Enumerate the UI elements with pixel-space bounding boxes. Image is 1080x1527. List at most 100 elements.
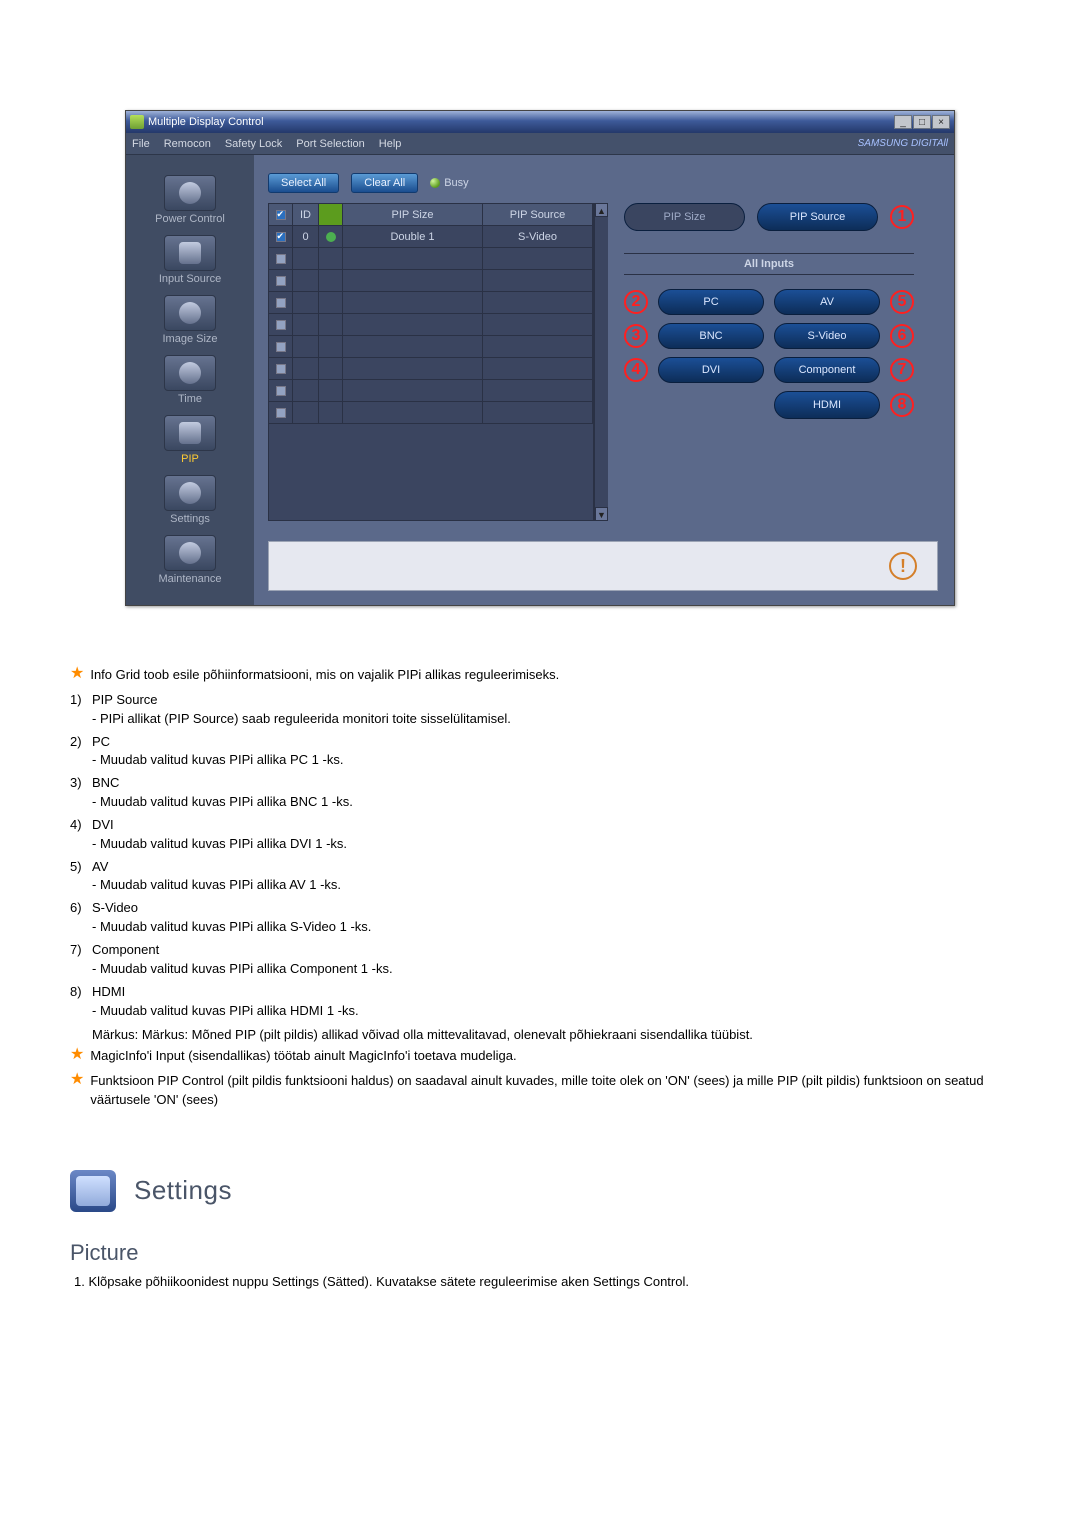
row-status	[319, 336, 343, 358]
input-source-icon	[164, 235, 216, 271]
row-pip-size	[343, 336, 483, 358]
row-pip-source	[483, 270, 593, 292]
star-icon: ★	[70, 666, 84, 682]
hdmi-label: HDMI	[813, 399, 841, 411]
list-item-title: AV	[92, 859, 108, 874]
time-icon	[164, 355, 216, 391]
settings-header: Settings	[70, 1170, 1010, 1212]
list-item-desc: - Muudab valitud kuvas PIPi allika BNC 1…	[92, 793, 1010, 812]
list-item-number: 7)	[70, 941, 92, 960]
list-item-title: DVI	[92, 817, 114, 832]
callout-3: 3	[624, 324, 648, 348]
header-checkbox[interactable]	[276, 210, 286, 220]
table-row[interactable]	[269, 402, 593, 424]
menu-help[interactable]: Help	[379, 138, 402, 150]
av-label: AV	[820, 296, 834, 308]
table-row[interactable]	[269, 358, 593, 380]
component-label: Component	[799, 364, 856, 376]
list-item: 5)AV- Muudab valitud kuvas PIPi allika A…	[70, 858, 1010, 896]
maximize-button[interactable]: □	[913, 115, 931, 129]
busy-label: Busy	[444, 177, 468, 189]
row-status	[319, 248, 343, 270]
intro-note: ★ Info Grid toob esile põhiinformatsioon…	[70, 666, 1010, 685]
svideo-label: S-Video	[808, 330, 847, 342]
row-id	[293, 336, 319, 358]
row-pip-size	[343, 358, 483, 380]
sidebar-item-input-source[interactable]: Input Source	[132, 235, 248, 285]
table-row[interactable]	[269, 336, 593, 358]
list-item: 4)DVI- Muudab valitud kuvas PIPi allika …	[70, 816, 1010, 854]
callout-1: 1	[890, 205, 914, 229]
info-icon: !	[889, 552, 917, 580]
list-item-title: PIP Source	[92, 692, 158, 707]
list-item-title: Component	[92, 942, 159, 957]
table-row[interactable]: 0Double 1S-Video	[269, 226, 593, 248]
grid-col-id: ID	[293, 204, 319, 226]
row-checkbox[interactable]	[276, 276, 286, 286]
menu-port-selection[interactable]: Port Selection	[296, 138, 364, 150]
row-checkbox[interactable]	[276, 232, 286, 242]
minimize-button[interactable]: _	[894, 115, 912, 129]
row-checkbox[interactable]	[276, 386, 286, 396]
pc-label: PC	[703, 296, 718, 308]
list-item-title: HDMI	[92, 984, 125, 999]
scroll-down-icon[interactable]: ▼	[595, 507, 608, 521]
pip-source-button[interactable]: PIP Source	[757, 203, 878, 231]
component-button[interactable]: Component	[774, 357, 880, 383]
sidebar-item-settings[interactable]: Settings	[132, 475, 248, 525]
list-item: 7)Component- Muudab valitud kuvas PIPi a…	[70, 941, 1010, 979]
pip-icon	[164, 415, 216, 451]
row-checkbox[interactable]	[276, 298, 286, 308]
svideo-button[interactable]: S-Video	[774, 323, 880, 349]
callout-7: 7	[890, 358, 914, 382]
main-panel: Select All Clear All Busy ID PIP Size	[254, 155, 954, 605]
menu-safety-lock[interactable]: Safety Lock	[225, 138, 282, 150]
av-button[interactable]: AV	[774, 289, 880, 315]
table-row[interactable]	[269, 292, 593, 314]
row-status	[319, 270, 343, 292]
grid-scrollbar[interactable]: ▲ ▼	[594, 203, 608, 521]
table-row[interactable]	[269, 380, 593, 402]
dvi-button[interactable]: DVI	[658, 357, 764, 383]
row-checkbox[interactable]	[276, 254, 286, 264]
sidebar-item-label: PIP	[181, 453, 199, 465]
dvi-label: DVI	[702, 364, 720, 376]
table-row[interactable]	[269, 248, 593, 270]
sidebar-item-maintenance[interactable]: Maintenance	[132, 535, 248, 585]
sidebar-item-pip[interactable]: PIP	[132, 415, 248, 465]
sidebar-item-image-size[interactable]: Image Size	[132, 295, 248, 345]
sidebar-item-time[interactable]: Time	[132, 355, 248, 405]
sidebar: Power Control Input Source Image Size Ti…	[126, 155, 254, 605]
hdmi-button[interactable]: HDMI	[774, 391, 880, 419]
menu-file[interactable]: File	[132, 138, 150, 150]
table-row[interactable]	[269, 270, 593, 292]
all-inputs-heading: All Inputs	[624, 253, 914, 275]
row-pip-source: S-Video	[483, 226, 593, 248]
row-pip-source	[483, 248, 593, 270]
list-item-desc: - PIPi allikat (PIP Source) saab regulee…	[92, 710, 1010, 729]
note-text: Märkus: Märkus: Mõned PIP (pilt pildis) …	[92, 1026, 1010, 1045]
row-pip-source	[483, 380, 593, 402]
feature-list: 1)PIP Source- PIPi allikat (PIP Source) …	[70, 691, 1010, 1021]
picture-step-1: 1. Klõpsake põhiikoonidest nuppu Setting…	[74, 1274, 1010, 1289]
list-item-number: 8)	[70, 983, 92, 1002]
close-button[interactable]: ×	[932, 115, 950, 129]
row-checkbox[interactable]	[276, 320, 286, 330]
table-row[interactable]	[269, 314, 593, 336]
bnc-button[interactable]: BNC	[658, 323, 764, 349]
callout-2: 2	[624, 290, 648, 314]
row-pip-source	[483, 358, 593, 380]
scroll-up-icon[interactable]: ▲	[595, 203, 608, 217]
row-checkbox[interactable]	[276, 408, 286, 418]
clear-all-button[interactable]: Clear All	[351, 173, 418, 193]
row-checkbox[interactable]	[276, 364, 286, 374]
pc-button[interactable]: PC	[658, 289, 764, 315]
select-all-button[interactable]: Select All	[268, 173, 339, 193]
row-id	[293, 358, 319, 380]
picture-heading: Picture	[70, 1240, 1010, 1266]
row-checkbox[interactable]	[276, 342, 286, 352]
row-status	[319, 292, 343, 314]
menu-remocon[interactable]: Remocon	[164, 138, 211, 150]
sidebar-item-power-control[interactable]: Power Control	[132, 175, 248, 225]
list-item-number: 3)	[70, 774, 92, 793]
